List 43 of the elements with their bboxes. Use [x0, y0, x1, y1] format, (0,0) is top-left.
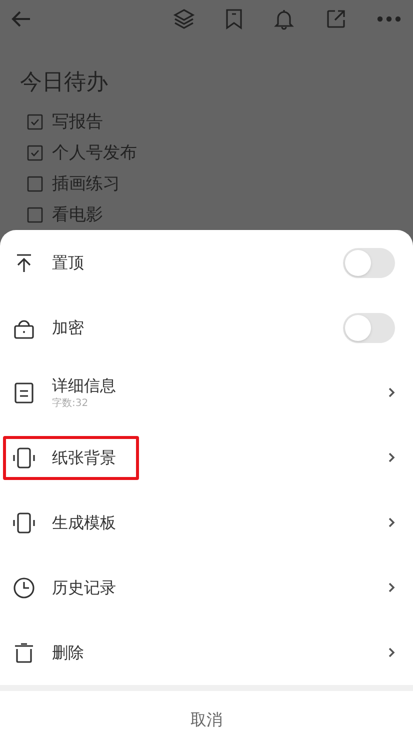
menu-item[interactable]: 置顶 [0, 230, 413, 295]
todo-text: 写报告 [52, 112, 103, 132]
chevron-right-icon [388, 387, 395, 398]
checkbox[interactable] [27, 114, 43, 130]
note-title: 今日待办 [20, 69, 108, 97]
menu-item[interactable]: 详细信息 字数:32 [0, 360, 413, 425]
checkbox[interactable] [27, 206, 43, 222]
bookmark-icon[interactable] [225, 8, 243, 30]
checkbox[interactable] [27, 144, 43, 160]
chevron-right-icon [388, 647, 395, 658]
menu-item[interactable]: 生成模板 [0, 490, 413, 555]
menu-item[interactable]: 历史记录 [0, 555, 413, 620]
phone-vibrate-icon [12, 512, 36, 534]
more-icon[interactable] [377, 16, 401, 22]
todo-text: 插画练习 [52, 174, 120, 194]
menu-label: 生成模板 [52, 512, 116, 534]
pin-to-top-icon [14, 252, 34, 272]
menu-label: 加密 [52, 316, 84, 338]
toggle-switch[interactable] [343, 248, 395, 278]
toggle-switch[interactable] [343, 312, 395, 342]
menu-item[interactable]: 纸张背景 [0, 425, 413, 490]
todo-text: 个人号发布 [52, 142, 137, 162]
chevron-right-icon [388, 452, 395, 463]
menu-label: 历史记录 [52, 576, 116, 598]
clock-icon [13, 576, 35, 598]
phone-vibrate-icon [12, 446, 36, 468]
trash-icon [13, 642, 35, 664]
menu-item[interactable]: 加密 [0, 295, 413, 360]
document-icon [14, 382, 34, 404]
layers-icon[interactable] [173, 8, 195, 30]
chevron-right-icon [388, 582, 395, 593]
chevron-right-icon [388, 517, 395, 528]
menu-label: 详细信息 [52, 374, 116, 396]
bell-icon[interactable] [273, 8, 295, 30]
checkbox[interactable] [27, 176, 43, 192]
menu-subtitle: 字数:32 [52, 396, 90, 410]
share-icon[interactable] [325, 8, 347, 30]
menu-label: 删除 [52, 642, 84, 664]
back-arrow-icon[interactable] [10, 10, 32, 28]
todo-text: 看电影 [52, 204, 103, 224]
menu-label: 纸张背景 [52, 446, 116, 468]
menu-label: 置顶 [52, 252, 84, 274]
menu-item[interactable]: 删除 [0, 620, 413, 685]
